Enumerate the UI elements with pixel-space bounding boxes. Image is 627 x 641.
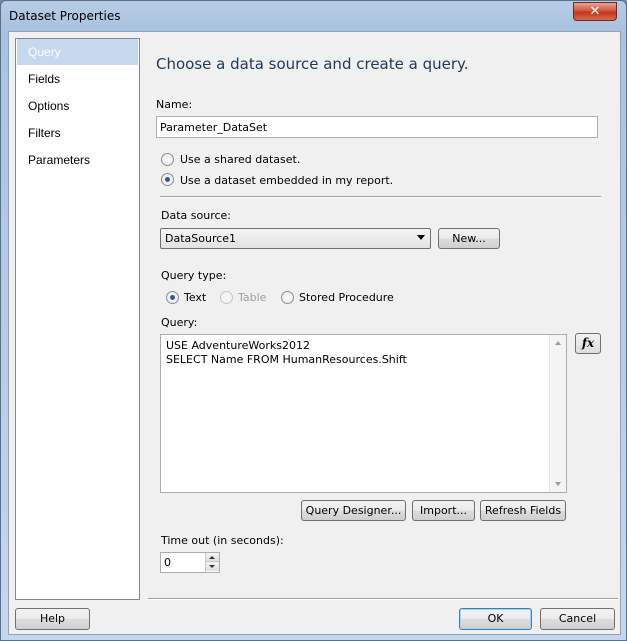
new-data-source-button[interactable]: New... [438, 228, 500, 249]
refresh-fields-button[interactable]: Refresh Fields [480, 500, 566, 521]
import-button[interactable]: Import... [412, 500, 475, 521]
spin-up-icon[interactable] [206, 553, 219, 562]
radio-query-text[interactable] [166, 291, 179, 304]
dataset-properties-window: Dataset Properties ✕ Query Fields Option… [0, 0, 627, 641]
nav-item-fields[interactable]: Fields [17, 66, 138, 92]
close-icon: ✕ [589, 4, 601, 19]
query-line: SELECT Name FROM HumanResources.Shift [166, 353, 407, 366]
spin-down-icon[interactable] [206, 562, 219, 571]
expression-button[interactable]: fx [575, 333, 601, 354]
query-scrollbar[interactable] [549, 335, 566, 492]
chevron-down-icon [417, 235, 425, 240]
function-icon: fx [581, 336, 595, 350]
query-type-text-label: Text [184, 291, 207, 304]
query-label: Query: [161, 316, 198, 329]
scroll-down-icon[interactable] [555, 482, 561, 486]
query-textarea[interactable]: USE AdventureWorks2012 SELECT Name FROM … [160, 334, 567, 493]
name-input[interactable] [156, 116, 598, 138]
nav-item-parameters[interactable]: Parameters [17, 147, 138, 173]
nav-item-label: Query [28, 45, 61, 59]
nav-item-label: Filters [28, 126, 61, 140]
timeout-value: 0 [164, 556, 171, 569]
query-designer-button[interactable]: Query Designer... [301, 500, 406, 521]
nav-item-label: Fields [28, 72, 61, 86]
data-source-value: DataSource1 [165, 232, 237, 245]
dialog-client: Query Fields Options Filters Parameters … [8, 31, 621, 635]
radio-embedded-label: Use a dataset embedded in my report. [180, 174, 394, 187]
radio-query-stored-procedure[interactable] [281, 291, 294, 304]
close-button[interactable]: ✕ [573, 2, 617, 21]
cancel-button[interactable]: Cancel [540, 608, 615, 630]
nav-item-options[interactable]: Options [17, 93, 138, 119]
nav-item-query[interactable]: Query [17, 39, 138, 65]
spinner-buttons [205, 553, 219, 572]
nav-item-label: Parameters [28, 153, 91, 167]
scroll-up-icon[interactable] [555, 341, 561, 345]
page-heading: Choose a data source and create a query. [156, 55, 469, 73]
query-type-label: Query type: [161, 269, 227, 282]
query-line: USE AdventureWorks2012 [166, 339, 310, 352]
name-label: Name: [156, 98, 193, 111]
nav-item-label: Options [28, 99, 70, 113]
title-bar[interactable]: Dataset Properties ✕ [1, 1, 626, 31]
separator [160, 196, 601, 198]
query-type-table-label: Table [238, 291, 267, 304]
timeout-label: Time out (in seconds): [161, 534, 284, 547]
radio-shared-label: Use a shared dataset. [180, 153, 301, 166]
help-button[interactable]: Help [15, 608, 90, 630]
radio-shared-dataset[interactable] [161, 153, 174, 166]
radio-query-table[interactable] [220, 291, 233, 304]
footer-separator [148, 598, 618, 600]
nav-panel: Query Fields Options Filters Parameters [15, 38, 140, 600]
data-source-label: Data source: [161, 209, 231, 222]
nav-item-filters[interactable]: Filters [17, 120, 138, 146]
query-type-stored-label: Stored Procedure [299, 291, 394, 304]
timeout-spinner[interactable]: 0 [160, 552, 220, 573]
ok-button[interactable]: OK [459, 608, 532, 630]
window-title: Dataset Properties [9, 9, 121, 23]
radio-embedded-dataset[interactable] [161, 173, 174, 186]
data-source-dropdown[interactable]: DataSource1 [160, 228, 431, 249]
